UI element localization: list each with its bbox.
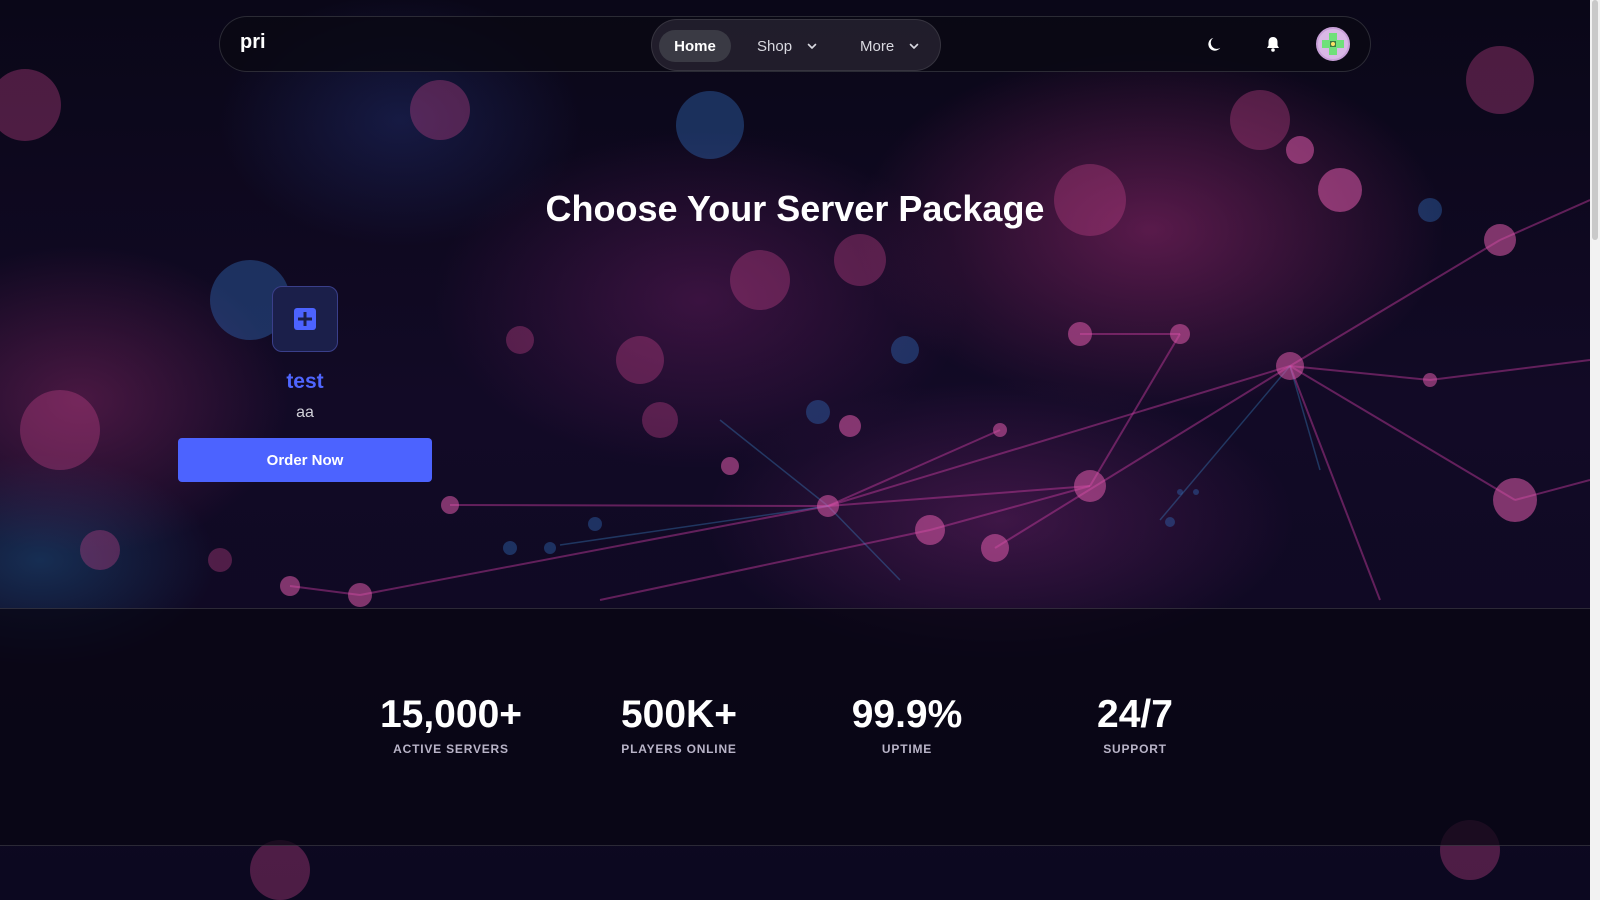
chevron-down-icon	[909, 43, 919, 49]
package-icon-box	[272, 286, 338, 352]
stat-label: PLAYERS ONLINE	[621, 742, 737, 756]
stat-value: 500K+	[620, 693, 737, 736]
package-name: test	[286, 370, 324, 393]
nav-item-more[interactable]: More	[860, 30, 920, 62]
nav-item-more-label: More	[860, 37, 895, 55]
user-avatar[interactable]	[1316, 27, 1350, 61]
order-now-button[interactable]: Order Now	[178, 438, 432, 482]
stat-label: ACTIVE SERVERS	[393, 742, 509, 756]
page-scrollbar[interactable]	[1590, 0, 1600, 900]
nav-item-shop[interactable]: Shop	[757, 30, 818, 62]
avatar-image	[1322, 33, 1344, 55]
nav-item-home[interactable]: Home	[659, 30, 731, 62]
stat-players-online: 500K+ PLAYERS ONLINE	[569, 695, 789, 756]
stat-label: UPTIME	[881, 742, 933, 756]
bell-icon[interactable]	[1262, 33, 1284, 55]
stat-support: 24/7 SUPPORT	[1025, 695, 1245, 756]
stat-active-servers: 15,000+ ACTIVE SERVERS	[341, 695, 561, 756]
moon-icon[interactable]	[1205, 33, 1227, 55]
stats-section: 15,000+ ACTIVE SERVERS 500K+ PLAYERS ONL…	[0, 608, 1590, 846]
nav-menu: Home Shop More	[651, 19, 941, 71]
brand-logo-text[interactable]: pri	[240, 31, 266, 54]
page-title: Choose Your Server Package	[545, 188, 1045, 229]
nav-item-shop-label: Shop	[757, 37, 793, 55]
stat-value: 15,000+	[379, 693, 523, 736]
chevron-down-icon	[807, 43, 817, 49]
stat-uptime: 99.9% UPTIME	[797, 695, 1017, 756]
package-description: aa	[296, 404, 314, 421]
stat-label: SUPPORT	[1103, 742, 1167, 756]
stat-value: 99.9%	[851, 693, 963, 736]
scrollbar-thumb[interactable]	[1592, 0, 1598, 240]
plus-square-icon	[294, 308, 316, 330]
stat-value: 24/7	[1097, 693, 1173, 736]
package-card: test aa Order Now	[178, 286, 432, 482]
top-navbar: pri Home Shop More	[219, 16, 1371, 72]
